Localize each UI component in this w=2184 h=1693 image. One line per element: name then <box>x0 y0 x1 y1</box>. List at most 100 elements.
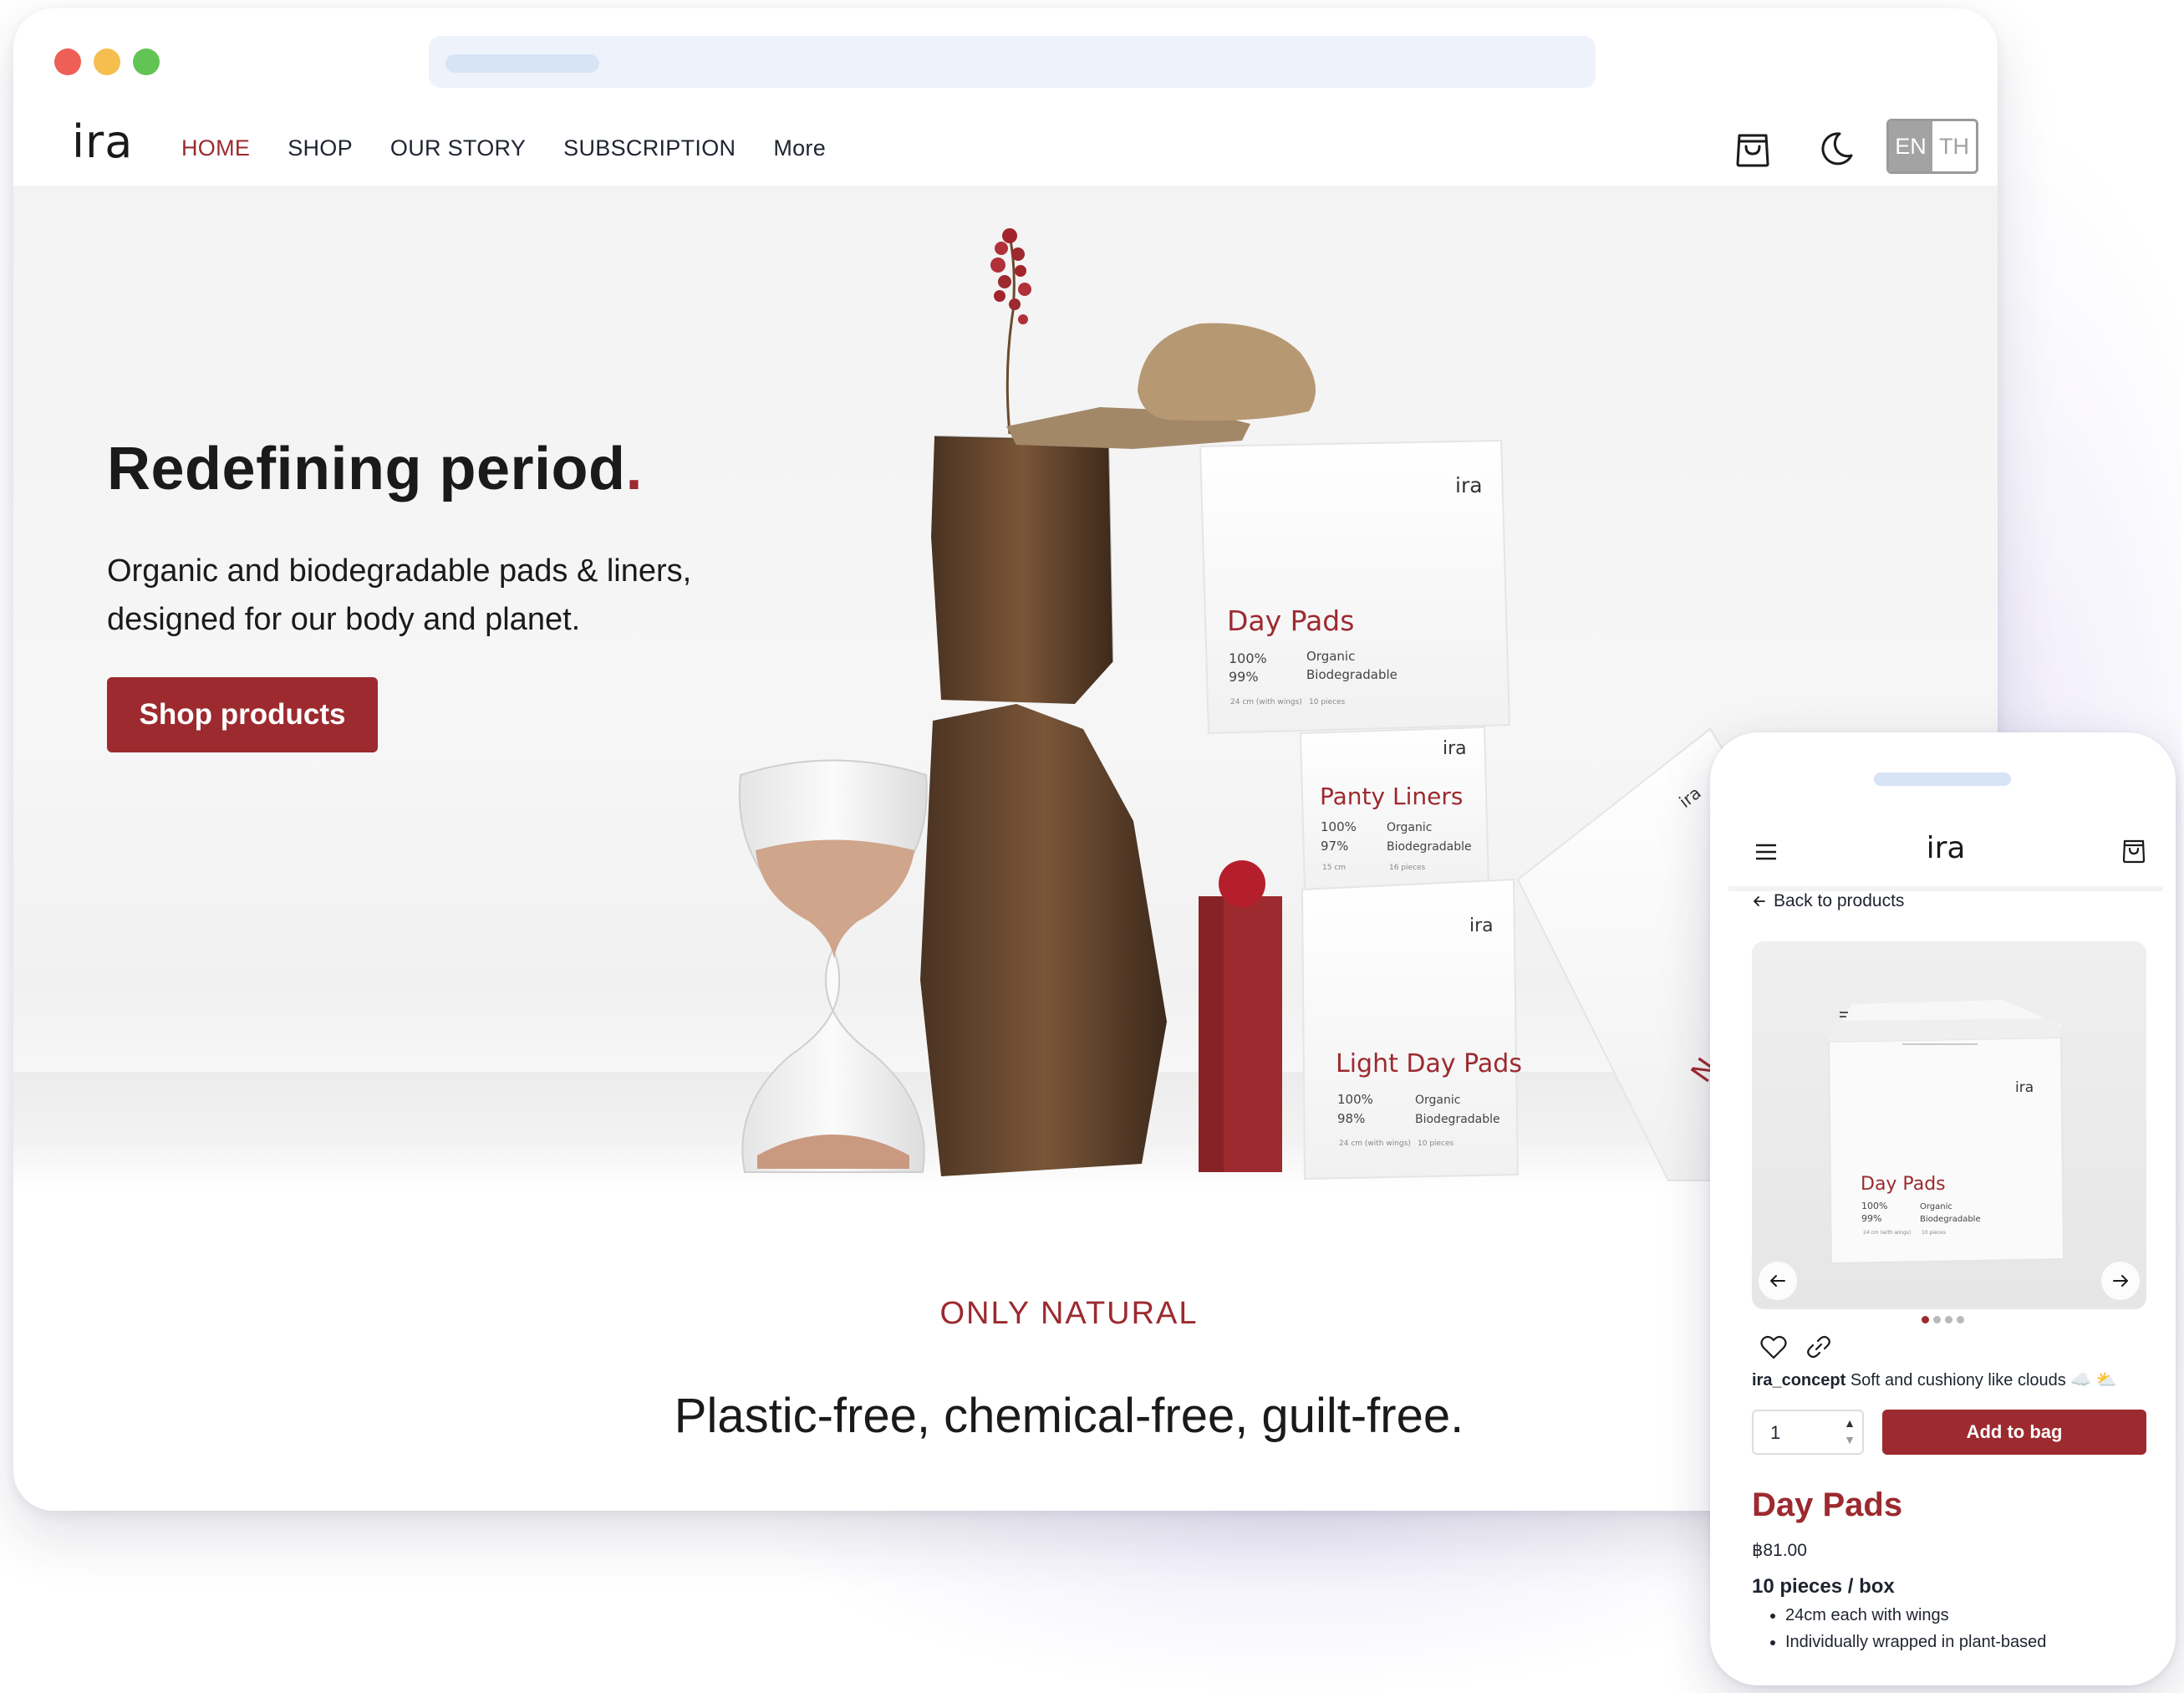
decrement-arrow-icon[interactable]: ▼ <box>1844 1431 1856 1448</box>
svg-text:Biodegradable: Biodegradable <box>1306 667 1397 682</box>
svg-text:100%: 100% <box>1321 819 1357 834</box>
site-logo[interactable]: ira <box>72 115 133 168</box>
svg-text:ira: ira <box>1443 738 1467 759</box>
shop-products-button[interactable]: Shop products <box>107 677 378 752</box>
flower-illustration <box>990 228 1031 435</box>
svg-text:Biodegradable: Biodegradable <box>1920 1215 1981 1224</box>
arrow-left-icon <box>1754 896 1765 906</box>
svg-text:24 cm (with wings): 24 cm (with wings) <box>1339 1140 1411 1148</box>
svg-text:ira: ira <box>1469 915 1494 936</box>
back-to-products-link[interactable]: Back to products <box>1752 891 1904 911</box>
svg-text:24 cm (with wings): 24 cm (with wings) <box>1230 698 1302 706</box>
svg-text:10 pieces: 10 pieces <box>1922 1230 1946 1236</box>
svg-text:99%: 99% <box>1229 669 1259 685</box>
caption-username[interactable]: ira_concept <box>1752 1371 1845 1390</box>
product-caption: ira_concept Soft and cushiony like cloud… <box>1752 1369 2153 1390</box>
hero-product-photo: ira Day Pads 100% 99% Organic Biodegrada… <box>738 228 1752 1181</box>
svg-text:97%: 97% <box>1321 839 1348 854</box>
nav-item-shop[interactable]: SHOP <box>288 135 353 161</box>
box-light-day-pads: ira Light Day Pads 100% 98% Organic Biod… <box>1301 878 1522 1181</box>
svg-text:Light Day Pads: Light Day Pads <box>1336 1049 1522 1079</box>
svg-text:100%: 100% <box>1337 1092 1373 1107</box>
hourglass-illustration <box>738 759 928 1173</box>
svg-text:Day Pads: Day Pads <box>1861 1174 1946 1195</box>
carousel-dot[interactable] <box>1933 1316 1941 1323</box>
url-placeholder-pill <box>445 54 599 73</box>
wood-block-top <box>931 436 1112 704</box>
hero-section: ira Day Pads 100% 99% Organic Biodegrada… <box>13 186 1998 1189</box>
svg-text:ira: ira <box>1455 473 1483 497</box>
box-panty-liners: ira Panty Liners 100% 97% Organic Biodeg… <box>1299 726 1490 891</box>
svg-text:99%: 99% <box>1861 1213 1881 1224</box>
svg-text:Organic: Organic <box>1306 649 1355 664</box>
carousel-dot[interactable] <box>1945 1316 1952 1323</box>
hero-subtitle: Organic and biodegradable pads & liners,… <box>107 553 692 637</box>
list-item: 24cm each with wings <box>1785 1602 2046 1629</box>
window-minimize-button[interactable] <box>94 48 120 75</box>
red-sphere <box>1219 860 1265 907</box>
nav-item-our-story[interactable]: OUR STORY <box>390 135 526 161</box>
product-image-carousel[interactable]: ira Day Pads 100% 99% Organic Biodegrada… <box>1752 941 2146 1309</box>
back-link-label: Back to products <box>1774 891 1905 910</box>
carousel-prev-button[interactable] <box>1759 1262 1797 1300</box>
hero-title: Redefining period. <box>107 436 644 502</box>
mobile-device: ira Back to products ira Day Pads 100% 9… <box>1710 732 2176 1685</box>
browser-chrome <box>13 8 1998 109</box>
increment-arrow-icon[interactable]: ▲ <box>1844 1415 1856 1431</box>
carousel-dot[interactable] <box>1957 1316 1964 1323</box>
site-header: ira HOME SHOP OUR STORY SUBSCRIPTION Mor… <box>13 109 1998 192</box>
carousel-dot[interactable] <box>1922 1316 1929 1323</box>
box-day-pads: ira Day Pads 100% 99% Organic Biodegrada… <box>1199 439 1511 735</box>
product-price: ฿81.00 <box>1752 1541 1807 1560</box>
arrow-right-icon <box>2113 1275 2128 1287</box>
svg-text:98%: 98% <box>1337 1111 1365 1126</box>
svg-text:16 pieces: 16 pieces <box>1389 864 1426 872</box>
quantity-value[interactable]: 1 <box>1770 1422 1780 1444</box>
svg-text:Organic: Organic <box>1387 821 1432 834</box>
quantity-stepper[interactable]: 1 ▲ ▼ <box>1752 1410 1864 1455</box>
quantity-stepper-arrows[interactable]: ▲ ▼ <box>1844 1415 1856 1448</box>
desktop-browser-window: ira HOME SHOP OUR STORY SUBSCRIPTION Mor… <box>13 8 1998 1511</box>
nav-item-subscription[interactable]: SUBSCRIPTION <box>563 135 736 161</box>
heart-icon[interactable] <box>1759 1332 1789 1362</box>
svg-text:ira: ira <box>2015 1079 2034 1096</box>
nav-item-more[interactable]: More <box>773 135 826 161</box>
round-stone <box>1138 323 1316 421</box>
address-bar[interactable] <box>429 36 1596 88</box>
carousel-dots <box>1922 1316 1964 1323</box>
mobile-header: ira <box>1728 799 2163 891</box>
nav-item-home[interactable]: HOME <box>181 135 250 161</box>
svg-text:100%: 100% <box>1229 650 1267 666</box>
svg-text:10 pieces: 10 pieces <box>1309 698 1346 706</box>
main-navigation: HOME SHOP OUR STORY SUBSCRIPTION More <box>181 135 863 161</box>
phone-notch-pill <box>1874 773 2011 786</box>
arrow-left-icon <box>1770 1275 1785 1287</box>
svg-text:10 pieces: 10 pieces <box>1418 1140 1454 1148</box>
svg-text:Biodegradable: Biodegradable <box>1415 1113 1500 1126</box>
moon-icon[interactable] <box>1815 127 1858 171</box>
list-item: Individually wrapped in plant-based <box>1785 1629 2046 1655</box>
link-icon[interactable] <box>1804 1332 1834 1362</box>
language-option-en[interactable]: EN <box>1889 121 1932 171</box>
carousel-next-button[interactable] <box>2101 1262 2140 1300</box>
svg-text:Organic: Organic <box>1920 1202 1952 1211</box>
wood-block-bottom <box>920 704 1167 1176</box>
svg-text:15 cm: 15 cm <box>1322 864 1346 872</box>
shopping-bag-icon[interactable] <box>2120 836 2148 864</box>
product-pack-size: 10 pieces / box <box>1752 1575 1895 1598</box>
mobile-logo[interactable]: ira <box>1728 831 2163 865</box>
svg-text:Panty Liners: Panty Liners <box>1320 783 1463 810</box>
product-title: Day Pads <box>1752 1486 1903 1523</box>
svg-text:100%: 100% <box>1861 1201 1887 1211</box>
product-image: ira Day Pads 100% 99% Organic Biodegrada… <box>1827 1000 2065 1265</box>
window-maximize-button[interactable] <box>133 48 160 75</box>
add-to-bag-button[interactable]: Add to bag <box>1882 1410 2146 1455</box>
language-option-th[interactable]: TH <box>1932 121 1976 171</box>
window-close-button[interactable] <box>54 48 81 75</box>
svg-text:24 cm (with wings): 24 cm (with wings) <box>1863 1230 1911 1236</box>
svg-text:Biodegradable: Biodegradable <box>1387 840 1472 854</box>
svg-text:Organic: Organic <box>1415 1094 1460 1107</box>
shopping-bag-icon[interactable] <box>1731 127 1774 171</box>
product-features-list: 24cm each with wings Individually wrappe… <box>1785 1602 2046 1655</box>
language-toggle: EN TH <box>1886 119 1978 174</box>
